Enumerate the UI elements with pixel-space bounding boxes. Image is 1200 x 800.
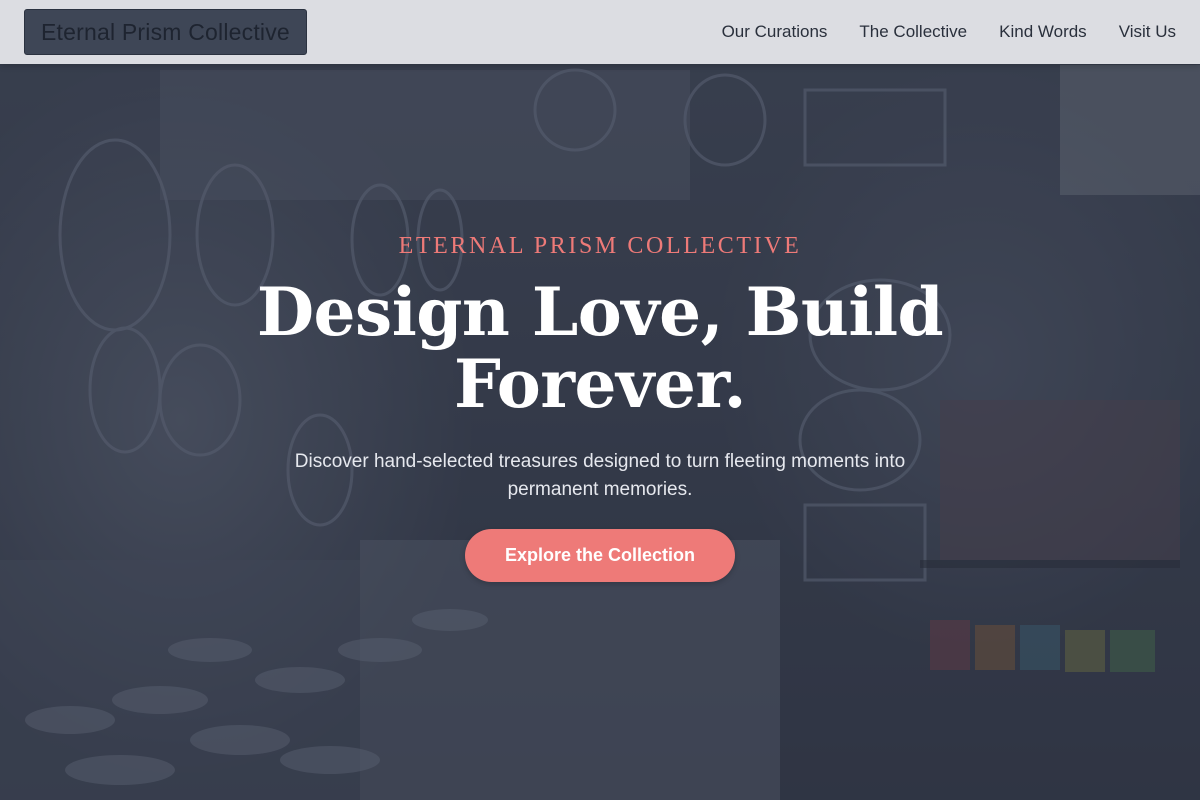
nav-item-our-curations[interactable]: Our Curations [722, 22, 828, 42]
explore-collection-button[interactable]: Explore the Collection [465, 529, 735, 582]
hero-section: ETERNAL PRISM COLLECTIVE Design Love, Bu… [0, 64, 1200, 800]
nav-item-visit-us[interactable]: Visit Us [1119, 22, 1176, 42]
hero-eyebrow: ETERNAL PRISM COLLECTIVE [398, 233, 802, 259]
hero-headline: Design Love, Build Forever. [256, 273, 944, 423]
nav-item-the-collective[interactable]: The Collective [859, 22, 967, 42]
site-header: Eternal Prism Collective Our Curations T… [0, 0, 1200, 64]
hero-subtitle: Discover hand-selected treasures designe… [294, 451, 906, 500]
main-nav: Our Curations The Collective Kind Words … [722, 0, 1176, 64]
nav-item-kind-words[interactable]: Kind Words [999, 22, 1087, 42]
brand-logo[interactable]: Eternal Prism Collective [24, 9, 307, 55]
landing-page: Eternal Prism Collective Our Curations T… [0, 0, 1200, 800]
